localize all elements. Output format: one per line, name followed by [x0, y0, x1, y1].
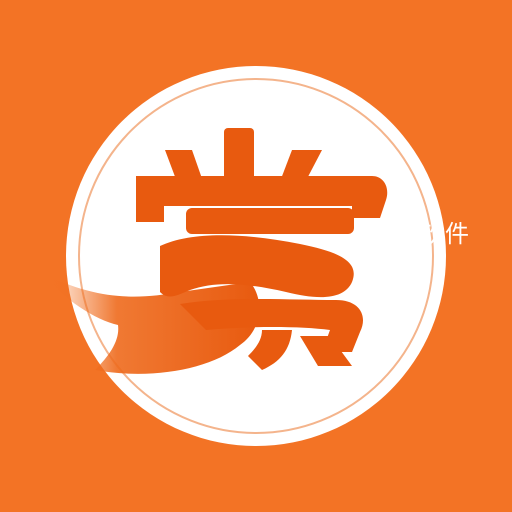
app-logo [40, 66, 446, 446]
app-icon: 软件 [0, 0, 512, 512]
